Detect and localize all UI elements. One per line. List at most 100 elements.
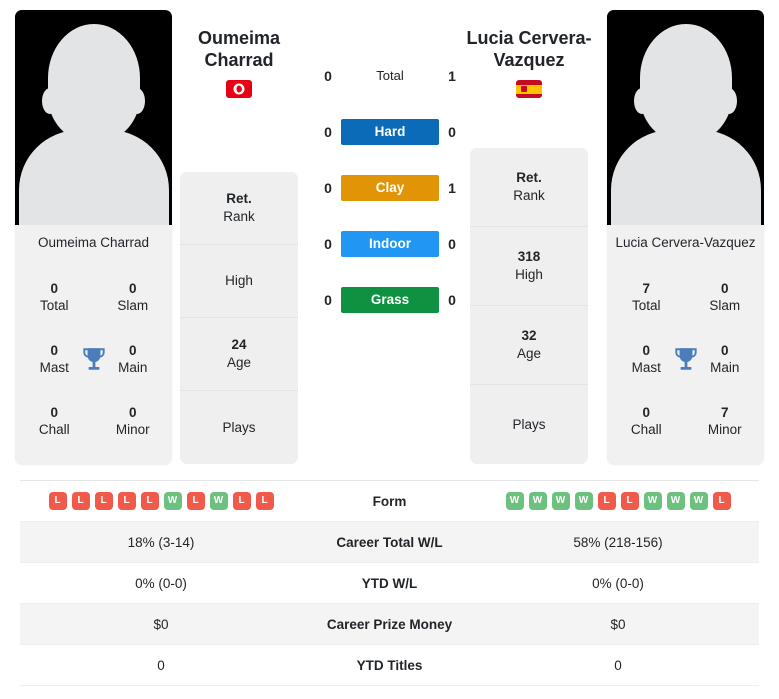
stat-row-career-prize-money: $0 Career Prize Money $0 xyxy=(20,604,759,645)
surface-breakdown: 0 Total 1 0 Hard 0 0 Clay 1 0 Indoor 0 0 Grass 0 xyxy=(305,62,475,314)
player-heading-right: Lucia Cervera-Vazquez xyxy=(455,28,603,99)
comparison-section: Oumeima Charrad 0 Total 0 Slam 0 Mast 0 … xyxy=(0,0,779,478)
form-badge-loss[interactable]: L xyxy=(255,492,274,510)
info-high-right: 318 High xyxy=(470,227,588,306)
form-badge-loss[interactable]: L xyxy=(186,492,205,510)
stat-row-career-total-wl: 18% (3-14) Career Total W/L 58% (218-156) xyxy=(20,522,759,563)
stat-row-form: L L L L L W L W L L Form W W W W L L W W W L xyxy=(20,481,759,522)
titles-slam-label: Slam xyxy=(117,298,149,313)
stat-label: YTD Titles xyxy=(356,657,423,673)
titles-row: 0 Chall 7 Minor xyxy=(607,391,764,453)
titles-slam-left: 0 Slam xyxy=(94,281,173,315)
titles-chall-label: Chall xyxy=(38,422,70,437)
player-heading-left: Oumeima Charrad xyxy=(165,28,313,99)
info-high-label: High xyxy=(515,267,543,282)
stat-value-left: $0 xyxy=(153,616,169,632)
surface-score-right: 0 xyxy=(448,124,456,140)
titles-minor-label: Minor xyxy=(115,422,150,437)
titles-total-label: Total xyxy=(39,298,69,313)
form-badge-loss[interactable]: L xyxy=(597,492,616,510)
form-badge-win[interactable]: W xyxy=(209,492,228,510)
titles-row: 0 Mast 0 Main xyxy=(15,329,172,391)
info-plays-label: Plays xyxy=(222,419,256,435)
form-badge-loss[interactable]: L xyxy=(94,492,113,510)
info-plays-left: Plays xyxy=(180,391,298,464)
titles-minor-right: 7 Minor xyxy=(686,405,765,439)
surface-label-clay: Clay xyxy=(341,175,439,201)
form-badge-win[interactable]: W xyxy=(689,492,708,510)
stat-label: Career Prize Money xyxy=(326,616,453,632)
surface-score-left: 0 xyxy=(324,124,332,140)
titles-total-right: 7 Total xyxy=(607,281,686,315)
surface-score-right: 1 xyxy=(448,68,456,84)
player-photo-left xyxy=(15,10,172,225)
form-badge-loss[interactable]: L xyxy=(117,492,136,510)
titles-minor-label: Minor xyxy=(707,422,742,437)
info-age-label: Age xyxy=(516,346,542,361)
form-badge-loss[interactable]: L xyxy=(48,492,67,510)
info-rank-right: Ret. Rank xyxy=(470,148,588,227)
form-badges-left: LLLLLWLWLL xyxy=(20,492,302,510)
stat-value-left: 0 xyxy=(157,657,165,673)
stat-value-right: 58% (218-156) xyxy=(573,534,663,550)
stat-value-left: 18% (3-14) xyxy=(127,534,195,550)
form-badge-win[interactable]: W xyxy=(666,492,685,510)
stat-row-ytd-wl: 0% (0-0) YTD W/L 0% (0-0) xyxy=(20,563,759,604)
titles-minor-value: 0 xyxy=(128,405,137,421)
player-photo-right xyxy=(607,10,764,225)
titles-row: 7 Total 0 Slam xyxy=(607,267,764,329)
stat-label: YTD W/L xyxy=(361,575,418,591)
avatar-ear-right-icon xyxy=(129,88,145,114)
titles-slam-value: 0 xyxy=(720,281,729,297)
surface-row-total: 0 Total 1 xyxy=(305,62,475,90)
surface-row-indoor: 0 Indoor 0 xyxy=(305,230,475,258)
form-badges-right: WWWWLLWWWL xyxy=(477,492,759,510)
player-info-card-right[interactable]: Ret. Rank 318 High 32 Age Plays xyxy=(470,148,588,464)
form-badge-win[interactable]: W xyxy=(643,492,662,510)
form-badge-loss[interactable]: L xyxy=(712,492,731,510)
titles-total-left: 0 Total xyxy=(15,281,94,315)
titles-total-value: 0 xyxy=(50,281,58,297)
form-badge-win[interactable]: W xyxy=(163,492,182,510)
form-badge-loss[interactable]: L xyxy=(71,492,90,510)
player-card-left[interactable]: Oumeima Charrad 0 Total 0 Slam 0 Mast 0 … xyxy=(15,10,172,465)
titles-minor-value: 7 xyxy=(720,405,729,421)
info-plays-label: Plays xyxy=(512,416,546,432)
titles-chall-value: 0 xyxy=(50,405,58,421)
surface-row-clay: 0 Clay 1 xyxy=(305,174,475,202)
form-badge-loss[interactable]: L xyxy=(620,492,639,510)
info-age-right: 32 Age xyxy=(470,306,588,385)
form-badge-win[interactable]: W xyxy=(505,492,524,510)
avatar-body-icon xyxy=(610,130,761,225)
info-rank-value: Ret. xyxy=(516,170,542,186)
form-badge-loss[interactable]: L xyxy=(232,492,251,510)
stat-value-right: WWWWLLWWWL xyxy=(477,492,759,510)
stat-label: Career Total W/L xyxy=(336,534,443,550)
titles-row: 0 Total 0 Slam xyxy=(15,267,172,329)
form-badge-win[interactable]: W xyxy=(528,492,547,510)
info-age-value: 32 xyxy=(521,328,537,344)
titles-grid-right: 7 Total 0 Slam 0 Mast 0 Main 0 Chall 7 M… xyxy=(607,261,764,453)
surface-label-total: Total xyxy=(376,68,404,83)
avatar-ear-left-icon xyxy=(42,88,58,114)
stats-table: L L L L L W L W L L Form W W W W L L W W W L 18% (3-14) Career… xyxy=(20,480,759,686)
info-rank-label: Rank xyxy=(513,188,545,203)
tunisia-flag-icon xyxy=(226,80,252,99)
player-card-right[interactable]: Lucia Cervera-Vazquez 7 Total 0 Slam 0 M… xyxy=(607,10,764,465)
form-badge-win[interactable]: W xyxy=(551,492,570,510)
info-rank-left: Ret. Rank xyxy=(180,172,298,245)
trophy-icon xyxy=(673,346,699,374)
spain-flag-icon xyxy=(516,80,542,99)
titles-chall-value: 0 xyxy=(642,405,650,421)
info-high-left: High xyxy=(180,245,298,318)
stat-value-left: LLLLLWLWLL xyxy=(20,492,302,510)
form-badge-loss[interactable]: L xyxy=(140,492,159,510)
stat-row-ytd-titles: 0 YTD Titles 0 xyxy=(20,645,759,686)
player-info-card-left[interactable]: Ret. Rank High 24 Age Plays xyxy=(180,172,298,464)
avatar-ear-right-icon xyxy=(721,88,737,114)
player-photo-name-right: Lucia Cervera-Vazquez xyxy=(607,225,764,261)
form-badge-win[interactable]: W xyxy=(574,492,593,510)
surface-score-right: 0 xyxy=(448,292,456,308)
head-to-head-page: Oumeima Charrad 0 Total 0 Slam 0 Mast 0 … xyxy=(0,0,779,699)
surface-label-hard: Hard xyxy=(341,119,439,145)
